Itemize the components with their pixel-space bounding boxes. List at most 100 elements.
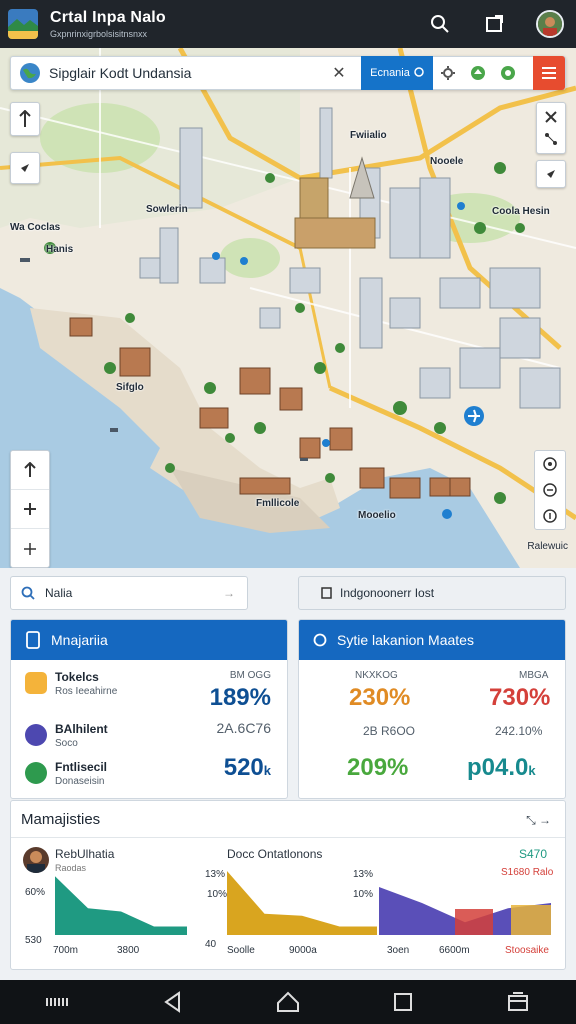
keyboard-icon bbox=[45, 998, 68, 1006]
x-axis-label: Stoosaike bbox=[505, 945, 549, 956]
map-search-input[interactable] bbox=[49, 65, 319, 81]
switch-app-button[interactable] bbox=[496, 984, 540, 1020]
tools-button[interactable] bbox=[536, 102, 566, 154]
plus-icon bbox=[24, 503, 36, 515]
map-attribution[interactable]: Ralewuic bbox=[527, 541, 568, 552]
recents-icon bbox=[394, 993, 413, 1011]
x-axis-label: 700m bbox=[53, 945, 79, 956]
settings-icon[interactable] bbox=[433, 59, 463, 87]
app-subtitle: Gxpnrinxigrbolsisitnsnxx bbox=[50, 29, 148, 39]
top-app-bar: Crtal Inpa Nalo Gxpnrinxigrbolsisitnsnxx bbox=[0, 0, 576, 48]
app-logo-icon[interactable] bbox=[8, 9, 38, 39]
bookmark-icon bbox=[26, 631, 40, 649]
arrow-right-icon[interactable]: → bbox=[223, 586, 235, 600]
share-icon[interactable] bbox=[482, 12, 506, 36]
map-canvas[interactable] bbox=[0, 48, 576, 568]
map-label[interactable]: Sifglo bbox=[116, 382, 144, 393]
metric-subtitle: Ros Ieeahirne bbox=[55, 686, 118, 697]
heart-icon bbox=[25, 724, 47, 746]
map-label[interactable]: Fwiialio bbox=[350, 130, 387, 141]
map-label[interactable]: Nooele bbox=[430, 156, 463, 167]
home-button[interactable] bbox=[266, 984, 310, 1020]
terrain-icon[interactable] bbox=[543, 483, 557, 497]
user-avatar[interactable] bbox=[536, 10, 564, 38]
location-search-input[interactable] bbox=[45, 586, 195, 600]
pin-button[interactable] bbox=[536, 160, 566, 188]
location-search-field[interactable]: → bbox=[10, 576, 248, 610]
window-icon bbox=[508, 992, 529, 1011]
zoom-in-button[interactable] bbox=[11, 490, 49, 529]
map-label[interactable]: Coola Hesin bbox=[492, 206, 550, 217]
metric-value[interactable]: 209% bbox=[347, 754, 408, 782]
layers-icon[interactable] bbox=[463, 59, 493, 87]
metric-caption: 2B R6OO bbox=[363, 724, 416, 738]
metric-number: 520 bbox=[223, 754, 264, 781]
area-chart-teal[interactable] bbox=[55, 876, 187, 935]
map-search-bar[interactable]: ✕ Ecnania bbox=[10, 56, 566, 90]
map-mode-controls bbox=[534, 450, 566, 530]
search-icon[interactable] bbox=[428, 12, 452, 36]
search-icon bbox=[21, 586, 35, 600]
card-header: Mnajariia bbox=[11, 620, 287, 660]
x-axis-label: 6600m bbox=[439, 945, 470, 956]
x-axis-label: 3800 bbox=[117, 945, 140, 956]
metric-value[interactable]: 730% bbox=[489, 684, 550, 712]
region-filter-chip[interactable]: Ecnania bbox=[361, 56, 433, 90]
app-title: Crtal Inpa Nalo bbox=[50, 9, 166, 26]
clear-icon[interactable]: ✕ bbox=[329, 63, 349, 83]
metric-value: 2A.6C76 bbox=[216, 720, 271, 736]
home-icon bbox=[276, 991, 299, 1012]
check-icon bbox=[25, 762, 47, 784]
area-chart-band bbox=[455, 909, 493, 935]
map-label[interactable]: Sowlerin bbox=[146, 204, 188, 215]
globe-icon bbox=[19, 62, 41, 84]
area-chart-band bbox=[511, 905, 551, 935]
map-label[interactable]: Mooelio bbox=[358, 510, 396, 521]
pan-button[interactable] bbox=[11, 529, 49, 568]
menu-button[interactable] bbox=[533, 56, 565, 90]
metric-number: p04.0 bbox=[467, 754, 529, 781]
zoom-controls bbox=[10, 450, 50, 568]
compass-button[interactable] bbox=[10, 102, 40, 136]
satellite-icon[interactable] bbox=[543, 509, 557, 523]
back-button[interactable] bbox=[151, 984, 195, 1020]
pin-icon bbox=[547, 170, 555, 178]
recents-button[interactable] bbox=[381, 984, 425, 1020]
metric-suffix: k bbox=[263, 763, 271, 778]
map-label[interactable]: Wa Coclas bbox=[10, 222, 60, 233]
x-axis-label: Soolle bbox=[227, 945, 255, 956]
document-icon bbox=[321, 587, 332, 599]
locate-button[interactable] bbox=[10, 152, 40, 184]
location-icon[interactable] bbox=[493, 59, 523, 87]
metric-value: 520k bbox=[224, 754, 271, 782]
metric-row[interactable]: Tokelcs Ros Ieeahirne BM OGG 189% bbox=[11, 666, 287, 711]
move-icon bbox=[24, 542, 36, 555]
menu-icon bbox=[542, 67, 556, 79]
metric-value[interactable]: p04.0k bbox=[467, 754, 536, 782]
map-view[interactable]: Sowlerin Wa Coclas Hanis Sifglo Nooele C… bbox=[0, 48, 576, 568]
system-nav-bar bbox=[0, 980, 576, 1024]
north-up-button[interactable] bbox=[11, 451, 49, 490]
lock-icon bbox=[25, 672, 47, 694]
map-label[interactable]: Hanis bbox=[46, 244, 73, 255]
map-label[interactable]: Fmllicole bbox=[256, 498, 299, 509]
metric-subtitle: Soco bbox=[55, 738, 78, 749]
x-axis-label: 3oen bbox=[387, 945, 410, 956]
card-header: Sytie lakanion Maates bbox=[299, 620, 565, 660]
metric-value[interactable]: 230% bbox=[349, 684, 410, 712]
card-title: Mnajariia bbox=[51, 632, 108, 648]
top-actions bbox=[428, 10, 564, 38]
target-icon bbox=[414, 66, 424, 80]
keyboard-button[interactable] bbox=[36, 984, 80, 1020]
card-title: Sytie lakanion Maates bbox=[337, 632, 474, 648]
metric-row[interactable]: Fntlisecil Donaseisin 520k bbox=[11, 754, 287, 798]
area-chart-yellow[interactable] bbox=[227, 871, 377, 935]
metrics-card-left: Mnajariia Tokelcs Ros Ieeahirne BM OGG 1… bbox=[10, 619, 288, 799]
view-mode-icon[interactable] bbox=[543, 457, 557, 471]
index-field[interactable]: Indgonoonerr Iost bbox=[298, 576, 566, 610]
compass-icon bbox=[19, 110, 31, 127]
metric-title: Fntlisecil bbox=[55, 760, 108, 774]
metric-caption: 242.10% bbox=[495, 724, 543, 738]
metric-caption: BM OGG bbox=[229, 670, 271, 681]
back-icon bbox=[164, 991, 180, 1013]
